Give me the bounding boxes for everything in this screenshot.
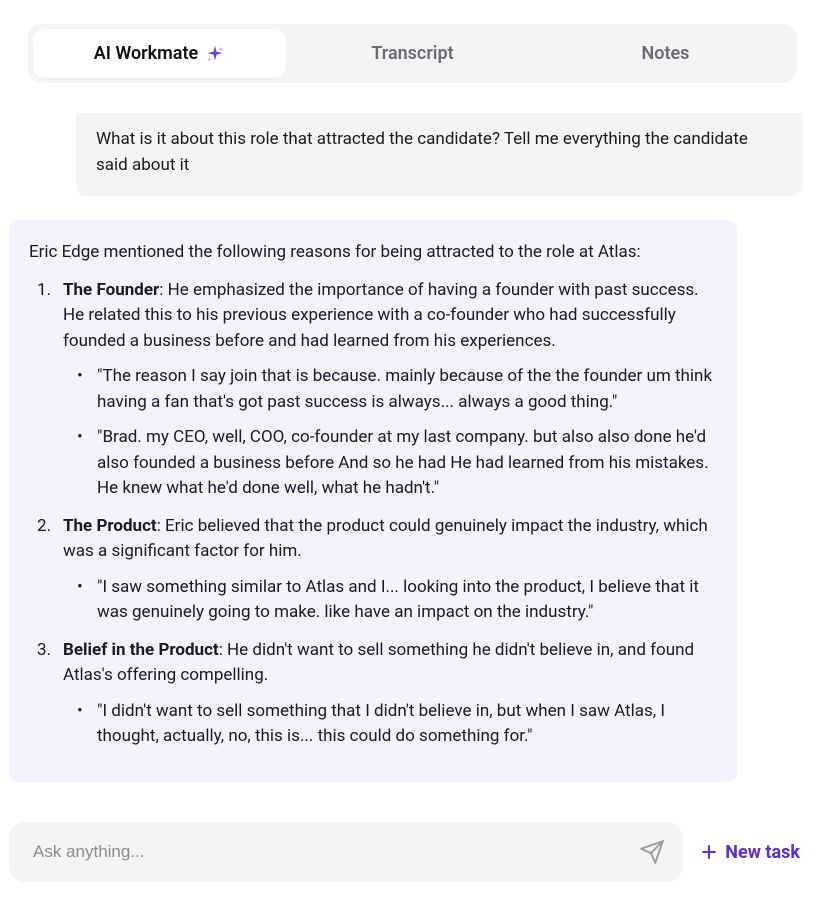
item-body: : Eric believed that the product could g…: [63, 516, 708, 562]
quote-list: "I saw something similar to Atlas and I.…: [63, 575, 717, 626]
quote-item: "Brad. my CEO, well, COO, co-founder at …: [97, 425, 717, 502]
response-list: The Founder: He emphasized the importanc…: [29, 278, 717, 750]
item-title: Belief in the Product: [63, 640, 219, 660]
send-icon[interactable]: [639, 839, 665, 865]
quote-list: "The reason I say join that is because. …: [63, 364, 717, 502]
quote-item: "I didn't want to sell something that I …: [97, 699, 717, 750]
response-intro: Eric Edge mentioned the following reason…: [29, 240, 717, 266]
tab-transcript-label: Transcript: [371, 43, 453, 64]
tabs-container: AI Workmate Transcript Notes: [28, 24, 797, 83]
tab-ai-workmate-label: AI Workmate: [94, 43, 198, 64]
user-message-bubble: What is it about this role that attracte…: [76, 113, 803, 196]
quote-item: "I saw something similar to Atlas and I.…: [97, 575, 717, 626]
tab-ai-workmate[interactable]: AI Workmate: [33, 29, 286, 78]
sparkle-icon: [205, 44, 225, 64]
bottom-bar: New task: [9, 822, 816, 882]
ai-response-bubble: Eric Edge mentioned the following reason…: [9, 220, 737, 782]
tab-notes[interactable]: Notes: [539, 29, 792, 78]
quote-item: "The reason I say join that is because. …: [97, 364, 717, 415]
plus-icon: [699, 842, 719, 862]
chat-input[interactable]: [33, 842, 639, 862]
tab-notes-label: Notes: [642, 43, 690, 64]
item-title: The Founder: [63, 280, 159, 300]
item-title: The Product: [63, 516, 157, 536]
new-task-label: New task: [725, 842, 800, 863]
new-task-button[interactable]: New task: [699, 842, 816, 863]
list-item: Belief in the Product: He didn't want to…: [63, 638, 717, 750]
user-message-text: What is it about this role that attracte…: [96, 129, 748, 175]
list-item: The Founder: He emphasized the importanc…: [63, 278, 717, 502]
list-item: The Product: Eric believed that the prod…: [63, 514, 717, 626]
quote-list: "I didn't want to sell something that I …: [63, 699, 717, 750]
tab-transcript[interactable]: Transcript: [286, 29, 539, 78]
item-body: : He emphasized the importance of having…: [63, 280, 699, 351]
chat-input-wrap: [9, 822, 683, 882]
